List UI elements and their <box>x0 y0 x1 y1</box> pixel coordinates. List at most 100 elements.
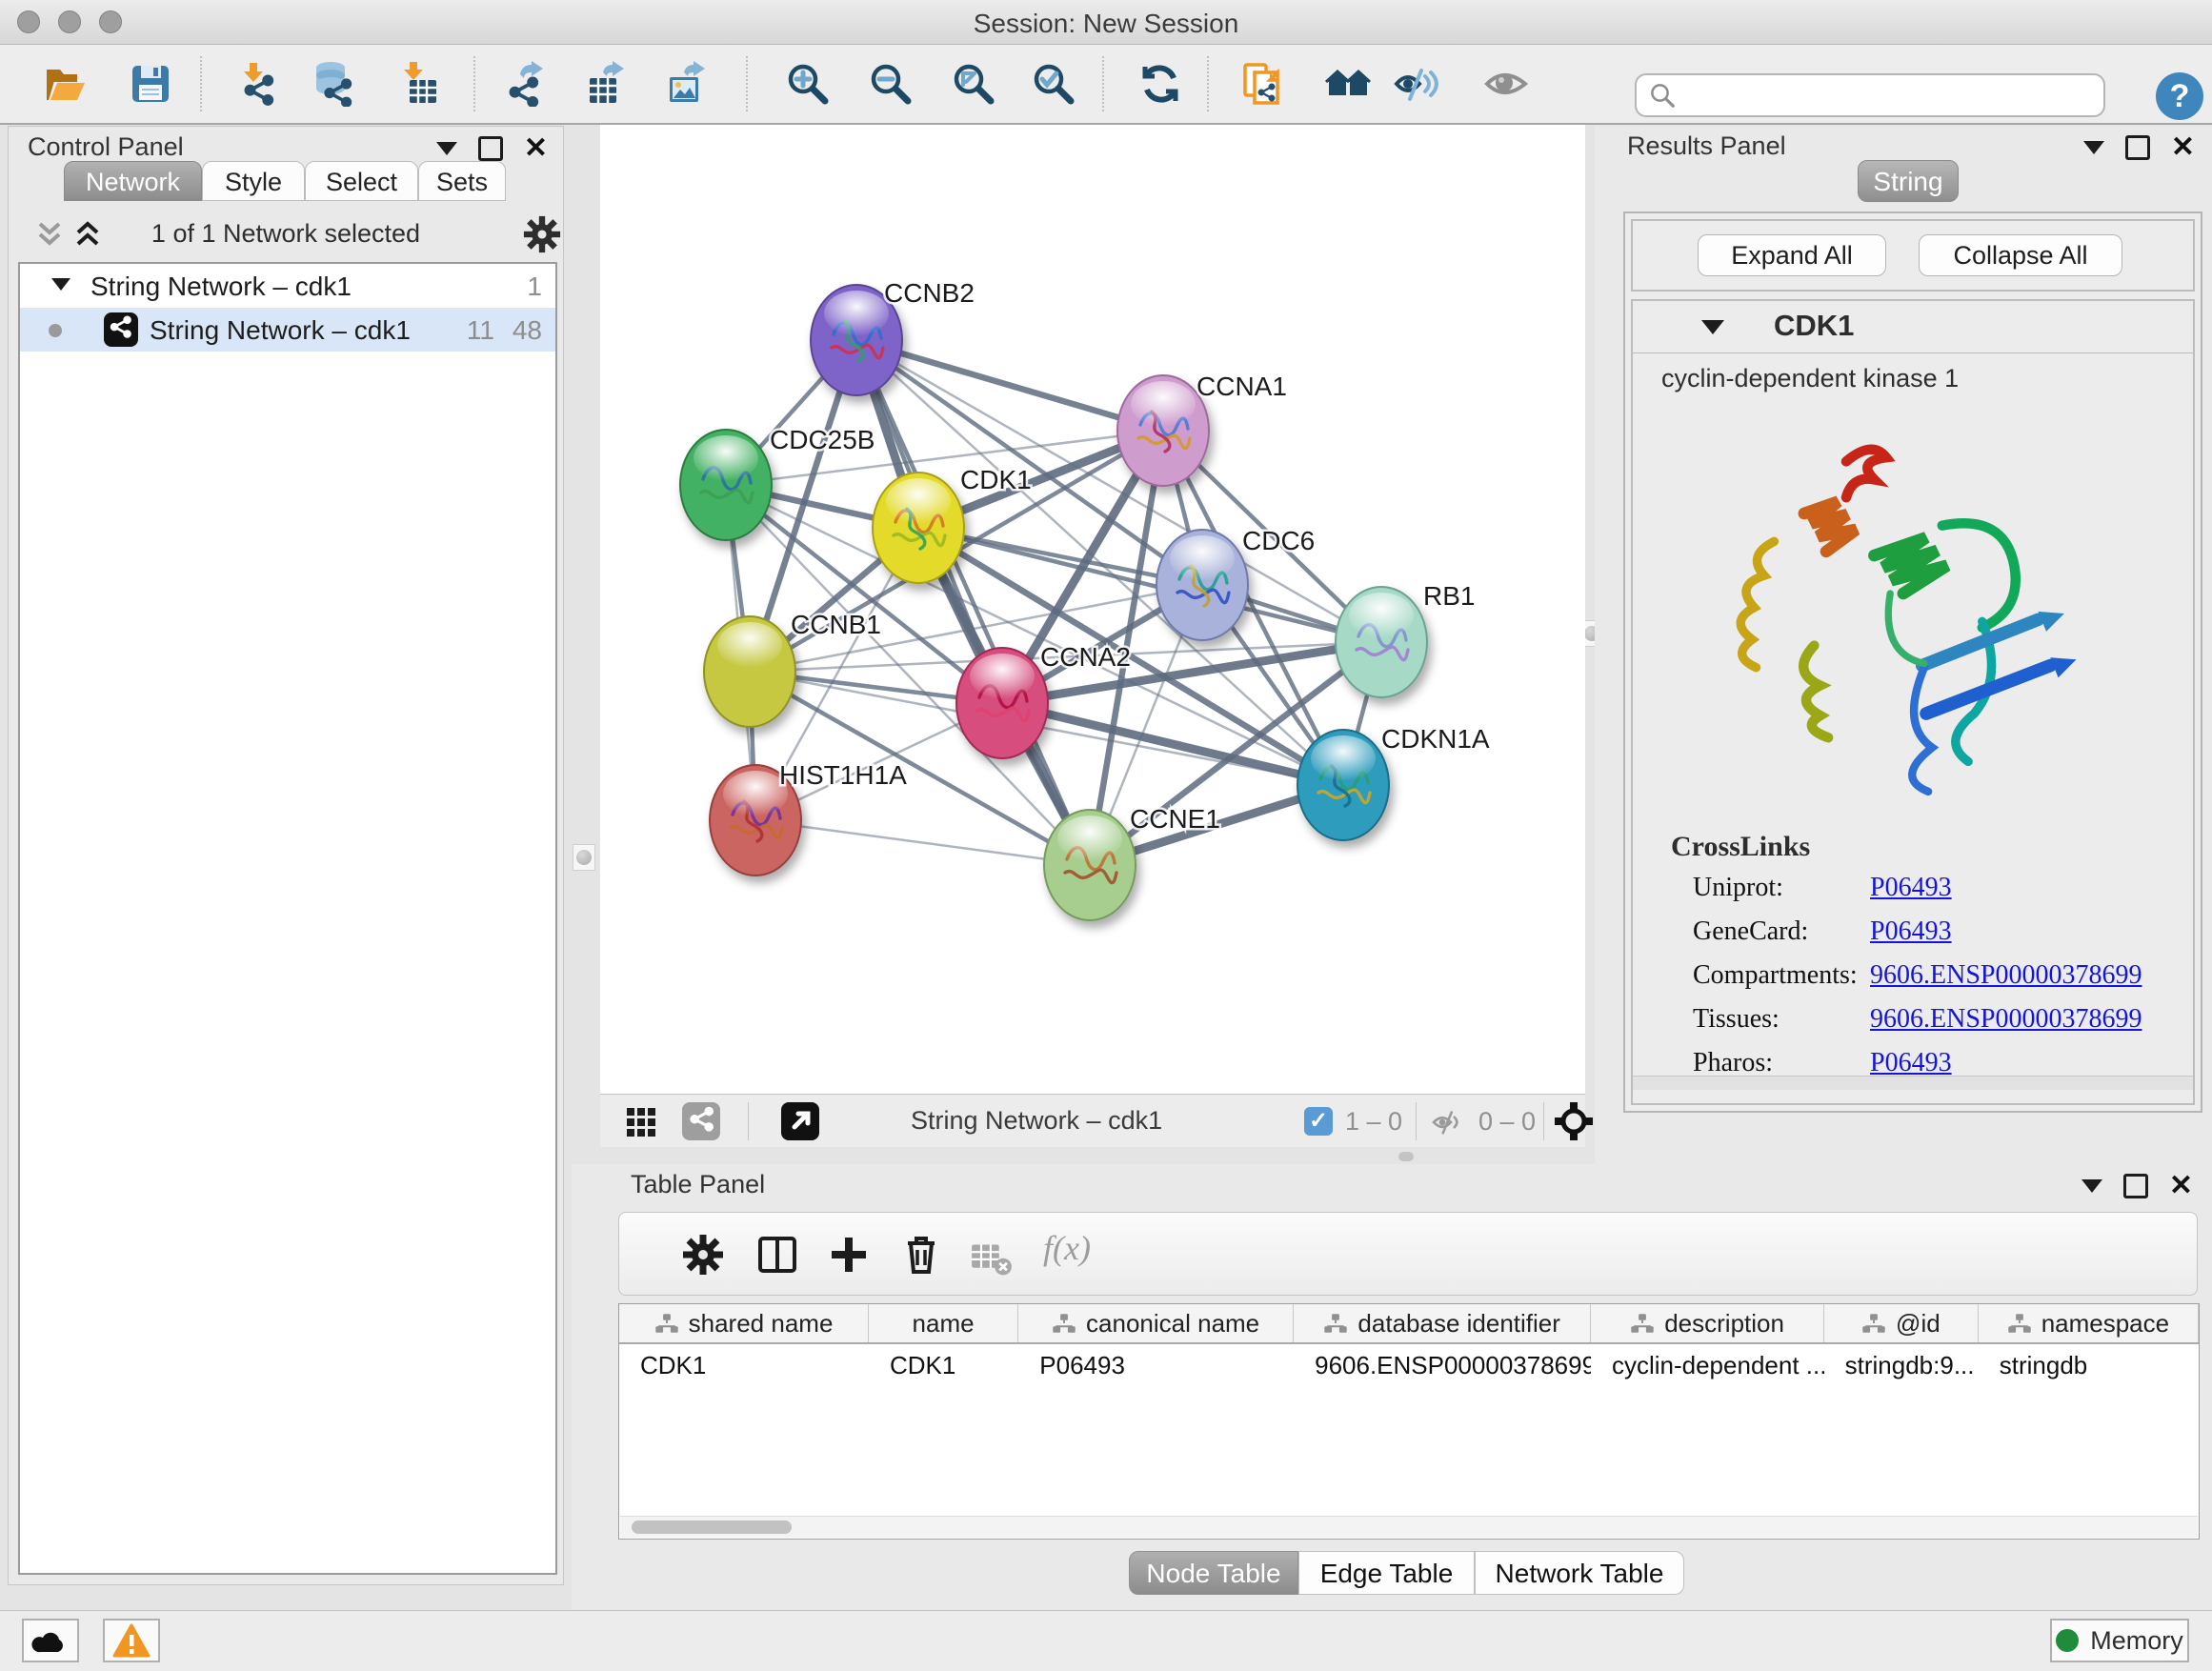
network-node-ccne1[interactable] <box>1044 810 1136 920</box>
fit-content-crosshair-icon[interactable] <box>1555 1102 1593 1140</box>
zoom-selected-icon[interactable] <box>1031 61 1076 107</box>
column-header--id[interactable]: @id <box>1824 1304 1979 1342</box>
collapse-all-button[interactable]: Collapse All <box>1919 234 2122 276</box>
zoom-fit-icon[interactable] <box>951 61 996 107</box>
crosslink-link[interactable]: 9606.ENSP00000378699 <box>1870 960 2142 991</box>
panel-close-icon[interactable]: ✕ <box>2171 138 2195 157</box>
network-icon-button[interactable] <box>682 1102 720 1140</box>
section-scroll-strip[interactable] <box>1633 1076 2193 1090</box>
panel-close-icon[interactable]: ✕ <box>2169 1177 2193 1196</box>
clone-network-icon[interactable] <box>1239 61 1285 107</box>
table-row[interactable]: CDK1CDK1P064939606.ENSP00000378699cyclin… <box>619 1344 2199 1386</box>
delete-column-icon[interactable] <box>900 1234 942 1276</box>
network-node-cdc6[interactable] <box>1156 530 1248 640</box>
table-cell[interactable]: cyclin-dependent ... <box>1591 1344 1824 1386</box>
import-network-database-icon[interactable] <box>311 61 356 107</box>
column-header-shared-name[interactable]: shared name <box>619 1304 869 1342</box>
table-cell[interactable]: 9606.ENSP00000378699 <box>1294 1344 1591 1386</box>
import-table-file-icon[interactable] <box>396 61 442 107</box>
tab-sets[interactable]: Sets <box>418 161 506 201</box>
network-node-ccnb1[interactable] <box>704 616 795 727</box>
network-node-cdkn1a[interactable] <box>1297 730 1389 840</box>
open-session-icon[interactable] <box>42 61 88 107</box>
network-label: String Network – cdk1 <box>150 315 411 346</box>
crosslink-link[interactable]: P06493 <box>1870 1048 1952 1078</box>
section-expander-icon[interactable] <box>1701 320 1724 334</box>
table-cell[interactable]: stringdb <box>1979 1344 2199 1386</box>
warning-status-button[interactable] <box>103 1619 160 1662</box>
expand-all-button[interactable]: Expand All <box>1698 234 1886 276</box>
cloud-status-button[interactable] <box>22 1619 79 1662</box>
cloud-icon <box>31 1627 70 1654</box>
panel-close-icon[interactable]: ✕ <box>524 139 548 158</box>
table-cell[interactable]: P06493 <box>1018 1344 1294 1386</box>
refresh-icon[interactable] <box>1137 61 1183 107</box>
zoom-out-icon[interactable] <box>868 61 914 107</box>
home-pair-icon[interactable] <box>1325 61 1371 107</box>
network-edge[interactable] <box>856 340 1163 431</box>
tab-string[interactable]: String <box>1858 160 1959 202</box>
network-node-ccna2[interactable] <box>956 648 1048 758</box>
open-in-window-icon[interactable] <box>781 1102 819 1140</box>
column-header-database-identifier[interactable]: database identifier <box>1294 1304 1591 1342</box>
search-input[interactable] <box>1677 80 2081 111</box>
network-edge[interactable] <box>755 820 1090 865</box>
panel-float-icon[interactable] <box>2123 1174 2148 1198</box>
crosslink-link[interactable]: P06493 <box>1870 916 1952 947</box>
panel-collapse-icon[interactable] <box>2081 1179 2102 1193</box>
scrollbar-thumb[interactable] <box>632 1520 792 1534</box>
tab-style[interactable]: Style <box>202 161 305 201</box>
export-image-icon[interactable] <box>663 61 709 107</box>
column-header-label: shared name <box>689 1309 834 1339</box>
table-cell[interactable]: CDK1 <box>869 1344 1018 1386</box>
column-header-canonical-name[interactable]: canonical name <box>1018 1304 1294 1342</box>
zoom-in-icon[interactable] <box>785 61 831 107</box>
bottom-splitter-handle[interactable] <box>1398 1152 1414 1161</box>
panel-float-icon[interactable] <box>478 136 503 161</box>
column-header-namespace[interactable]: namespace <box>1979 1304 2199 1342</box>
tab-node-table[interactable]: Node Table <box>1129 1551 1298 1595</box>
horizontal-scrollbar[interactable] <box>620 1516 2198 1538</box>
save-session-icon[interactable] <box>128 61 173 107</box>
hide-unhide-icon[interactable] <box>1393 61 1438 107</box>
tab-network-table[interactable]: Network Table <box>1475 1551 1684 1595</box>
left-splitter-handle[interactable] <box>573 844 595 871</box>
node-table[interactable]: shared name namecanonical namedatabase id… <box>618 1303 2200 1540</box>
column-header-label: description <box>1664 1309 1784 1339</box>
network-view-toolbar: String Network – cdk1 ✓ 1 – 0 0 – 0 <box>600 1094 1585 1147</box>
table-cell[interactable]: stringdb:9... <box>1824 1344 1979 1386</box>
network-row[interactable]: String Network – cdk1 11 48 <box>20 308 555 352</box>
panel-collapse-icon[interactable] <box>2083 141 2104 154</box>
column-header-name[interactable]: name <box>869 1304 1018 1342</box>
crosslink-link[interactable]: 9606.ENSP00000378699 <box>1870 1004 2142 1035</box>
help-button[interactable]: ? <box>2156 72 2203 120</box>
network-canvas[interactable]: CCNB2CCNA1CDC25BCDK1CDC6RB1CCNB1CCNA2CDK… <box>600 125 1585 1094</box>
crosslink-label: GeneCard: <box>1693 916 1808 947</box>
search-box[interactable] <box>1635 73 2105 117</box>
network-node-cdc25b[interactable] <box>680 430 772 540</box>
panel-float-icon[interactable] <box>2125 135 2150 160</box>
add-column-icon[interactable] <box>828 1234 870 1276</box>
network-node-rb1[interactable] <box>1336 587 1427 697</box>
memory-button[interactable]: Memory <box>2050 1619 2189 1662</box>
export-table-icon[interactable] <box>582 61 628 107</box>
show-columns-icon[interactable] <box>756 1234 798 1276</box>
network-options-gear-icon[interactable] <box>523 215 561 253</box>
import-network-file-icon[interactable] <box>234 61 280 107</box>
tree-expander-icon[interactable] <box>51 278 70 291</box>
panel-collapse-icon[interactable] <box>436 142 457 155</box>
crosslink-link[interactable]: P06493 <box>1870 873 1952 903</box>
selected-checkbox-icon[interactable]: ✓ <box>1304 1107 1333 1136</box>
network-collection-row[interactable]: String Network – cdk1 1 <box>20 264 555 308</box>
table-options-gear-icon[interactable] <box>682 1234 724 1276</box>
tab-network[interactable]: Network <box>64 161 202 201</box>
table-cell[interactable]: CDK1 <box>619 1344 869 1386</box>
network-node-ccna1[interactable] <box>1117 375 1209 486</box>
tab-edge-table[interactable]: Edge Table <box>1298 1551 1475 1595</box>
network-node-cdk1[interactable] <box>873 473 964 583</box>
export-network-icon[interactable] <box>501 61 547 107</box>
tab-select[interactable]: Select <box>305 161 418 201</box>
grid-view-icon[interactable] <box>625 1106 657 1138</box>
control-panel: Control Panel ✕ Network Style Select Set… <box>8 126 564 1585</box>
column-header-description[interactable]: description <box>1591 1304 1824 1342</box>
